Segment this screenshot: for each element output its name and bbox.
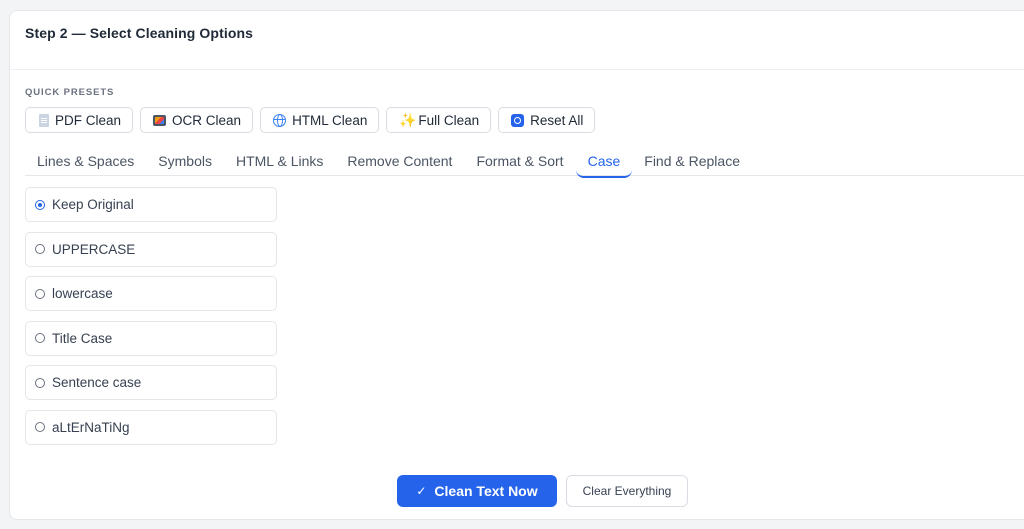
case-option-lowercase[interactable]: lowercase <box>25 276 277 311</box>
case-option-keep-original[interactable]: Keep Original <box>25 187 277 222</box>
tab-format-sort[interactable]: Format & Sort <box>464 149 575 174</box>
globe-icon <box>273 113 287 127</box>
radio-button[interactable] <box>35 377 45 388</box>
clean-text-now-button[interactable]: ✓ Clean Text Now <box>397 475 557 507</box>
radio-button[interactable] <box>35 333 45 343</box>
photo-icon <box>153 114 167 126</box>
tab-case[interactable]: Case <box>575 149 633 178</box>
radio-button[interactable] <box>35 422 45 432</box>
document-icon <box>39 113 49 127</box>
reset-icon <box>511 113 525 127</box>
sparkles-icon: ✨ <box>399 111 417 128</box>
reset-all-button[interactable]: Reset All <box>498 107 596 133</box>
tab-symbols[interactable]: Symbols <box>146 149 224 174</box>
radio-button[interactable] <box>35 288 45 299</box>
primary-button-label: Clean Text Now <box>434 483 538 499</box>
option-label: Sentence case <box>52 375 142 390</box>
option-label: Keep Original <box>52 197 134 212</box>
preset-label: HTML Clean <box>292 112 368 128</box>
option-label: aLtErNaTiNg <box>52 419 130 435</box>
preset-buttons: PDF Clean OCR Clean HTML Clean ✨ Full Cl… <box>25 107 596 133</box>
cleaning-options-card: Step 2 — Select Cleaning Options QUICK P… <box>9 10 1024 520</box>
preset-label: Full Clean <box>418 112 480 128</box>
step-title: Step 2 — Select Cleaning Options <box>25 25 254 41</box>
clear-everything-button[interactable]: Clear Everything <box>566 475 688 507</box>
quick-presets-label: QUICK PRESETS <box>25 87 115 98</box>
action-buttons: ✓ Clean Text Now Clear Everything <box>397 475 688 507</box>
card-header: Step 2 — Select Cleaning Options <box>10 11 1024 70</box>
preset-label: Reset All <box>530 112 584 128</box>
html-clean-button[interactable]: HTML Clean <box>260 107 380 133</box>
tab-lines-spaces[interactable]: Lines & Spaces <box>25 149 146 174</box>
radio-button[interactable] <box>35 244 45 254</box>
ocr-clean-button[interactable]: OCR Clean <box>140 107 254 133</box>
case-option-alternating[interactable]: aLtErNaTiNg <box>25 409 277 445</box>
case-option-sentence-case[interactable]: Sentence case <box>25 365 277 400</box>
case-option-uppercase[interactable]: UPPERCASE <box>25 231 277 267</box>
tab-find-replace[interactable]: Find & Replace <box>632 149 752 174</box>
tab-html-links[interactable]: HTML & Links <box>224 149 335 174</box>
case-options: Keep Original UPPERCASE lowercase Title … <box>25 187 277 454</box>
pdf-clean-button[interactable]: PDF Clean <box>25 107 134 133</box>
preset-label: OCR Clean <box>172 112 242 128</box>
option-tabs: Lines & Spaces Symbols HTML & Links Remo… <box>25 149 1024 178</box>
option-label: Title Case <box>52 330 113 346</box>
preset-label: PDF Clean <box>55 112 122 128</box>
option-label: lowercase <box>52 286 113 301</box>
check-icon: ✓ <box>416 484 427 498</box>
case-option-title-case[interactable]: Title Case <box>25 320 277 356</box>
full-clean-button[interactable]: ✨ Full Clean <box>386 107 492 133</box>
radio-button[interactable] <box>35 199 45 210</box>
option-label: UPPERCASE <box>52 241 136 257</box>
tab-remove-content[interactable]: Remove Content <box>335 149 464 174</box>
